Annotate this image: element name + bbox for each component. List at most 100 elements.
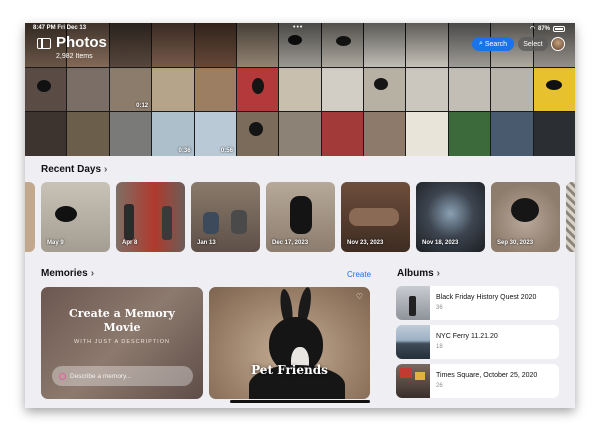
photo-tile[interactable]	[321, 112, 364, 156]
photo-tile[interactable]	[448, 67, 491, 112]
photo-tile[interactable]	[194, 67, 236, 112]
video-duration: 0:56	[220, 148, 233, 154]
rabbit-shape	[55, 206, 77, 222]
album-thumbnail	[396, 286, 430, 320]
multitasking-dots-icon[interactable]: •••	[293, 24, 303, 31]
photo-tile[interactable]	[406, 67, 448, 112]
photo-tile[interactable]	[236, 67, 279, 112]
photo-tile[interactable]	[533, 67, 575, 112]
albums-heading[interactable]: Albums ›	[397, 268, 440, 279]
home-indicator[interactable]	[230, 400, 370, 403]
album-count: 18	[436, 344, 443, 350]
billboard-shape	[400, 368, 412, 378]
select-button[interactable]: Select	[518, 37, 548, 51]
create-memory-subtitle: WITH JUST A DESCRIPTION	[74, 339, 170, 345]
create-memory-link[interactable]: Create	[347, 270, 371, 279]
photo-tile[interactable]	[25, 112, 67, 156]
photo-tile[interactable]	[279, 67, 321, 112]
recent-day-card[interactable]: May 9	[41, 182, 110, 252]
create-memory-title: Create a Memory Movie	[41, 307, 203, 335]
photo-tile[interactable]	[491, 67, 533, 112]
recent-day-card[interactable]	[25, 182, 35, 252]
photo-tile[interactable]	[67, 67, 109, 112]
person-shape	[124, 204, 134, 240]
photo-tile[interactable]	[109, 112, 152, 156]
photo-tile[interactable]	[491, 112, 533, 156]
recent-days-heading[interactable]: Recent Days ›	[41, 164, 107, 175]
heart-icon[interactable]: ♡	[356, 292, 363, 301]
photo-tile[interactable]	[533, 112, 575, 156]
album-thumbnail	[396, 364, 430, 398]
album-row[interactable]: Black Friday History Quest 2020 36	[396, 286, 559, 320]
album-row[interactable]: NYC Ferry 11.21.20 18	[396, 325, 559, 359]
recent-day-card[interactable]	[566, 182, 575, 252]
photo-tile[interactable]	[448, 112, 491, 156]
memories-heading[interactable]: Memories ›	[41, 268, 94, 279]
status-time-date: 8:47 PM Fri Dec 13	[33, 25, 87, 31]
recent-day-card[interactable]: Nov 18, 2023	[416, 182, 485, 252]
sidebar-toggle-icon[interactable]	[37, 38, 51, 49]
album-count: 36	[436, 305, 443, 311]
create-memory-card[interactable]: Create a Memory Movie WITH JUST A DESCRI…	[41, 287, 203, 399]
status-indicators: ◠ 87%	[530, 25, 565, 32]
video-tile[interactable]: 0:12	[109, 67, 152, 112]
recent-day-card[interactable]: Apr 8	[116, 182, 185, 252]
photo-tile[interactable]	[25, 67, 67, 112]
rabbit-shape	[511, 198, 539, 222]
item-count: 2,982 Items	[56, 53, 93, 60]
album-row[interactable]: Times Square, October 25, 2020 26	[396, 364, 559, 398]
apple-intelligence-icon	[59, 372, 66, 380]
recent-day-card[interactable]: Jan 13	[191, 182, 260, 252]
person-shape	[409, 296, 416, 316]
recent-day-card[interactable]: Nov 23, 2023	[341, 182, 410, 252]
album-name: Times Square, October 25, 2020	[436, 372, 538, 379]
account-avatar[interactable]	[551, 37, 565, 51]
search-icon: ⌕	[478, 40, 483, 47]
recent-day-label: Apr 8	[122, 240, 138, 246]
wifi-icon: ◠	[529, 26, 535, 32]
recent-day-label: Nov 23, 2023	[347, 240, 384, 246]
photo-tile[interactable]	[364, 112, 406, 156]
describe-memory-input[interactable]: Describe a memory...	[52, 366, 193, 386]
recent-day-card[interactable]: Dec 17, 2023	[266, 182, 335, 252]
photo-tile[interactable]	[406, 112, 448, 156]
chevron-right-icon: ›	[104, 164, 108, 175]
photo-tile[interactable]	[152, 67, 194, 112]
rabbit-shape	[290, 196, 312, 234]
recent-day-label: May 9	[47, 240, 64, 246]
photo-tile[interactable]	[279, 112, 321, 156]
person-shape	[162, 206, 172, 240]
chevron-right-icon: ›	[90, 268, 95, 279]
memories-title: Memories	[41, 268, 88, 279]
recent-day-label: Jan 13	[197, 240, 216, 246]
person-shape	[203, 212, 219, 234]
photo-tile[interactable]	[236, 112, 279, 156]
memory-title: Pet Friends	[251, 363, 328, 377]
create-memory-title-line2: Movie	[103, 321, 141, 334]
memory-card-pet-friends[interactable]: ♡ Pet Friends	[209, 287, 370, 399]
recent-day-label: Nov 18, 2023	[422, 240, 459, 246]
page-title: Photos	[56, 34, 107, 51]
describe-memory-placeholder: Describe a memory...	[70, 372, 132, 380]
video-duration: 0:36	[178, 148, 191, 154]
photo-tile[interactable]	[364, 67, 406, 112]
ipad-photos-screen: 0:12 0:36 0:56 8:47 PM Fri Dec 13 ••• ◠ …	[25, 23, 575, 408]
billboard-shape	[415, 372, 425, 380]
photo-tile[interactable]	[321, 67, 364, 112]
search-button[interactable]: ⌕ Search	[472, 37, 514, 51]
album-name: Black Friday History Quest 2020	[436, 294, 537, 301]
video-duration: 0:12	[136, 103, 149, 110]
group-shape	[349, 208, 399, 226]
album-name: NYC Ferry 11.21.20	[436, 333, 498, 340]
chevron-right-icon: ›	[436, 268, 441, 279]
photo-tile[interactable]	[67, 112, 109, 156]
recent-days-title: Recent Days	[41, 164, 102, 175]
album-thumbnail	[396, 325, 430, 359]
album-count: 26	[436, 383, 443, 389]
battery-level: 87%	[537, 25, 550, 32]
create-memory-title-line1: Create a Memory	[69, 307, 175, 320]
recent-day-label: Dec 17, 2023	[272, 240, 309, 246]
video-tile[interactable]: 0:56	[194, 112, 236, 156]
recent-day-card[interactable]: Sep 30, 2023	[491, 182, 560, 252]
video-tile[interactable]: 0:36	[152, 112, 194, 156]
